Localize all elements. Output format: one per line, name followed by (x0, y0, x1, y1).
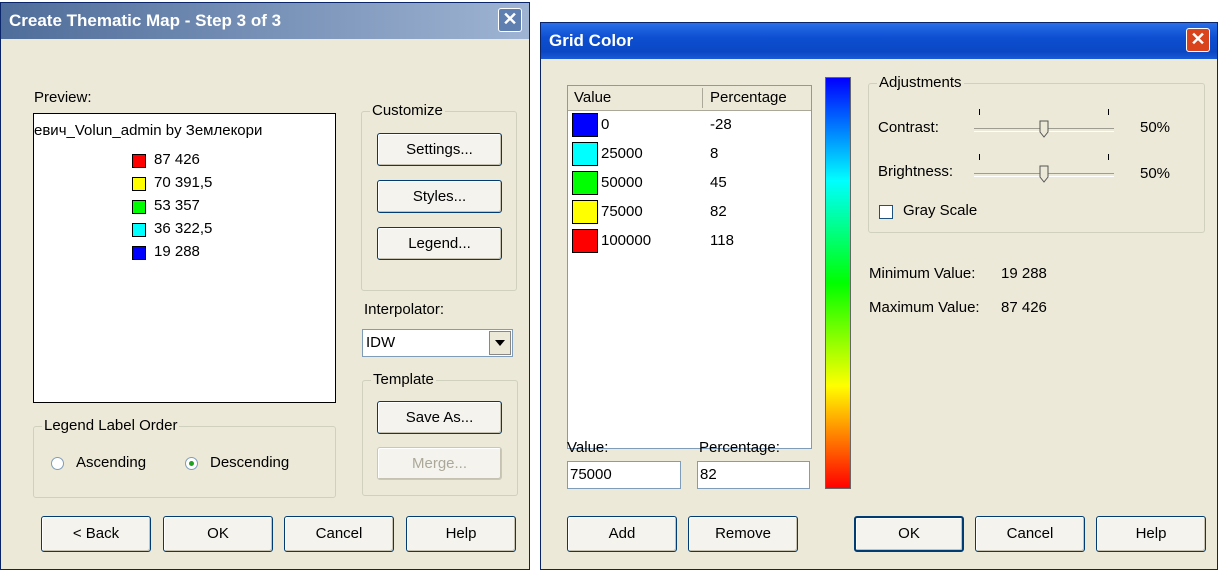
grid-color-titlebar[interactable]: Grid Color (541, 23, 1217, 59)
row-percentage: 8 (710, 145, 719, 162)
grid-color-dialog: Grid Color ✕ Value Percentage 0 -28 25000 8… (540, 22, 1218, 570)
row-color-swatch (572, 200, 598, 224)
percentage-input[interactable]: 82 (697, 461, 810, 489)
header-divider (702, 88, 703, 108)
value-input-text: 75000 (570, 466, 612, 483)
preview-title: евич_Volun_admin by Землекори (34, 122, 263, 139)
legend-item-label: 87 426 (154, 151, 200, 168)
table-row[interactable]: 0 -28 (568, 113, 811, 137)
descending-radio[interactable] (185, 457, 198, 470)
row-percentage: -28 (710, 116, 732, 133)
contrast-value: 50% (1140, 119, 1171, 136)
thematic-map-titlebar[interactable]: Create Thematic Map - Step 3 of 3 (1, 3, 529, 39)
table-row[interactable]: 25000 8 (568, 142, 811, 166)
row-value: 100000 (601, 232, 652, 249)
contrast-thumb[interactable] (1039, 120, 1049, 138)
preview-legend: 87 426 70 391,5 53 357 36 322,5 19 288 (132, 151, 332, 274)
row-color-swatch (572, 229, 598, 253)
color-table[interactable]: Value Percentage 0 -28 25000 8 50000 45 75000 8… (567, 85, 812, 449)
cancel-button[interactable]: Cancel (975, 516, 1085, 552)
add-button[interactable]: Add (567, 516, 677, 552)
legend-swatch (132, 154, 146, 168)
minimum-value: 19 288 (1001, 265, 1047, 282)
ascending-label[interactable]: Ascending (76, 454, 146, 471)
row-value: 50000 (601, 174, 643, 191)
remove-button[interactable]: Remove (688, 516, 798, 552)
contrast-slider[interactable] (974, 109, 1114, 141)
gray-scale-label[interactable]: Gray Scale (903, 202, 977, 219)
table-header: Value Percentage (568, 86, 811, 111)
interpolator-label: Interpolator: (364, 301, 445, 318)
table-row[interactable]: 50000 45 (568, 171, 811, 195)
legend-item-label: 36 322,5 (154, 220, 213, 237)
row-color-swatch (572, 113, 598, 137)
legend-item-label: 70 391,5 (154, 174, 213, 191)
grid-color-title: Grid Color (549, 31, 634, 50)
row-percentage: 82 (710, 203, 727, 220)
gray-scale-checkbox[interactable] (879, 205, 893, 219)
chevron-down-icon[interactable] (489, 331, 511, 355)
help-button[interactable]: Help (406, 516, 516, 552)
legend-button[interactable]: Legend... (377, 227, 502, 260)
legend-swatch (132, 177, 146, 191)
thematic-map-dialog: Create Thematic Map - Step 3 of 3 ✕ Prev… (0, 2, 530, 570)
row-value: 75000 (601, 203, 643, 220)
ok-button[interactable]: OK (163, 516, 273, 552)
interpolator-select[interactable]: IDW (362, 329, 513, 357)
ok-button[interactable]: OK (854, 516, 964, 552)
close-icon[interactable]: ✕ (498, 8, 522, 32)
brightness-max-tick (1108, 154, 1109, 160)
table-row[interactable]: 100000 118 (568, 229, 811, 253)
help-button[interactable]: Help (1096, 516, 1206, 552)
template-group-label: Template (371, 371, 436, 388)
legend-swatch (132, 200, 146, 214)
adjustments-group-label: Adjustments (877, 74, 964, 91)
value-column-header[interactable]: Value (574, 89, 611, 106)
legend-item-label: 53 357 (154, 197, 200, 214)
ascending-radio[interactable] (51, 457, 64, 470)
back-button[interactable]: < Back (41, 516, 151, 552)
row-value: 25000 (601, 145, 643, 162)
preview-label: Preview: (34, 89, 92, 106)
descending-label[interactable]: Descending (210, 454, 289, 471)
legend-order-group-label: Legend Label Order (42, 417, 180, 434)
brightness-label: Brightness: (878, 163, 954, 180)
maximum-value: 87 426 (1001, 299, 1047, 316)
row-percentage: 45 (710, 174, 727, 191)
percentage-column-header[interactable]: Percentage (710, 89, 787, 106)
save-as-button[interactable]: Save As... (377, 401, 502, 434)
contrast-min-tick (979, 109, 980, 115)
contrast-label: Contrast: (878, 119, 939, 136)
value-label: Value: (567, 439, 609, 456)
brightness-value: 50% (1140, 165, 1171, 182)
preview-panel: евич_Volun_admin by Землекори 87 426 70 3… (33, 113, 336, 403)
legend-swatch (132, 223, 146, 237)
row-percentage: 118 (710, 232, 734, 249)
row-color-swatch (572, 171, 598, 195)
table-row[interactable]: 75000 82 (568, 200, 811, 224)
interpolator-value: IDW (366, 334, 396, 351)
value-input[interactable]: 75000 (567, 461, 681, 489)
merge-button[interactable]: Merge... (377, 447, 502, 480)
row-color-swatch (572, 142, 598, 166)
brightness-min-tick (979, 154, 980, 160)
percentage-input-text: 82 (700, 466, 717, 483)
brightness-thumb[interactable] (1039, 165, 1049, 183)
minimum-value-label: Minimum Value: (869, 265, 976, 282)
contrast-max-tick (1108, 109, 1109, 115)
close-icon[interactable]: ✕ (1186, 28, 1210, 52)
percentage-label: Percentage: (699, 439, 780, 456)
thematic-map-title: Create Thematic Map - Step 3 of 3 (9, 11, 282, 30)
brightness-slider[interactable] (974, 154, 1114, 186)
maximum-value-label: Maximum Value: (869, 299, 980, 316)
customize-group-label: Customize (370, 102, 445, 119)
settings-button[interactable]: Settings... (377, 133, 502, 166)
row-value: 0 (601, 116, 610, 133)
cancel-button[interactable]: Cancel (284, 516, 394, 552)
legend-swatch (132, 246, 146, 260)
color-gradient-bar (825, 77, 851, 489)
legend-item-label: 19 288 (154, 243, 200, 260)
styles-button[interactable]: Styles... (377, 180, 502, 213)
